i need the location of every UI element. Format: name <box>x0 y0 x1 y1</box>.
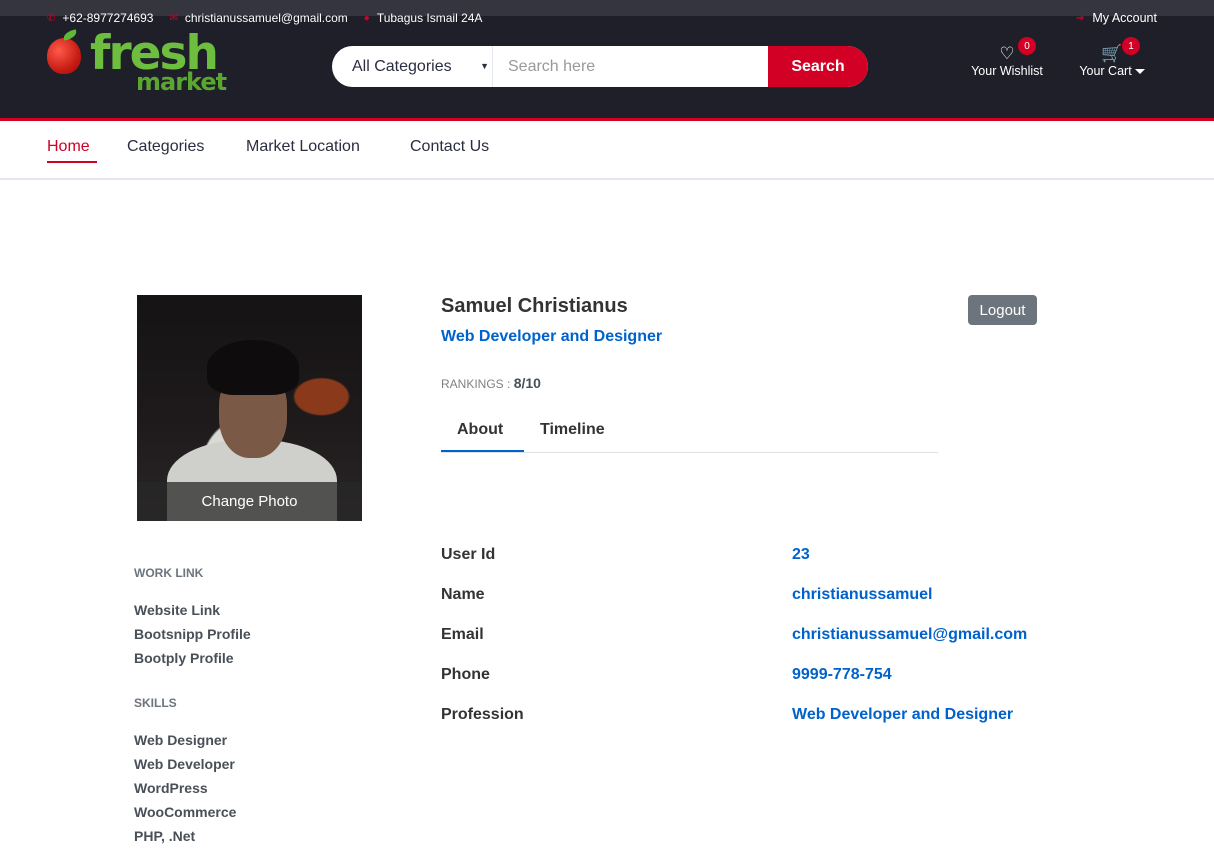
about-key: User Id <box>441 546 496 563</box>
email-link[interactable]: ✉ christianussamuel@gmail.com <box>169 11 347 25</box>
search-input[interactable]: Search here <box>493 46 768 87</box>
tab-timeline[interactable]: Timeline <box>540 421 605 439</box>
nav-item-home[interactable]: Home <box>47 138 90 156</box>
address-link[interactable]: ● Tubagus Ismail 24A <box>364 11 483 25</box>
about-value: christianussamuel@gmail.com <box>792 626 1028 643</box>
nav-item-market-location[interactable]: Market Location <box>246 138 360 156</box>
nav-active-underline <box>47 161 97 163</box>
about-row-phone: Phone 9999-778-754 <box>441 666 1141 690</box>
sign-in-icon: ➔ <box>1075 12 1085 24</box>
skill-item: WordPress <box>134 780 208 796</box>
phone-text: +62-8977274693 <box>62 11 154 25</box>
profile-photo: Change Photo <box>137 295 362 521</box>
email-text: christianussamuel@gmail.com <box>184 11 348 25</box>
profile-profession: Web Developer and Designer <box>441 328 663 345</box>
my-account-link[interactable]: ➔ My Account <box>1076 11 1157 25</box>
wishlist-label: Your Wishlist <box>971 64 1043 78</box>
cart-label: Your Cart <box>1079 64 1132 78</box>
profile-tabs: About Timeline <box>441 413 938 453</box>
map-marker-icon: ● <box>363 12 370 24</box>
envelope-icon: ✉ <box>169 12 178 24</box>
logout-button[interactable]: Logout <box>968 295 1037 325</box>
about-value: Web Developer and Designer <box>792 706 1014 723</box>
search-bar: All Categories ▼ Search here Search <box>332 46 868 87</box>
wishlist-button[interactable]: ♡ Your Wishlist 0 <box>966 37 1048 78</box>
about-key: Email <box>441 626 484 643</box>
phone-link[interactable]: ✆ +62-8977274693 <box>47 11 153 25</box>
apple-icon <box>47 38 81 74</box>
skill-item: WooCommerce <box>134 804 237 820</box>
category-select-value: All Categories <box>352 57 452 75</box>
phone-icon: ✆ <box>47 12 56 24</box>
about-row-name: Name christianussamuel <box>441 586 1141 610</box>
work-link-list: Website Link Bootsnipp Profile Bootply P… <box>134 598 251 670</box>
profile-name: Samuel Christianus <box>441 295 628 317</box>
skill-item: Web Developer <box>134 756 235 772</box>
nav-item-categories[interactable]: Categories <box>127 138 204 156</box>
tab-about[interactable]: About <box>457 421 503 439</box>
skills-heading: SKILLS <box>134 696 177 710</box>
about-row-email: Email christianussamuel@gmail.com <box>441 626 1141 650</box>
about-value: christianussamuel <box>792 586 933 603</box>
caret-down-icon <box>1134 68 1145 74</box>
about-row-profession: Profession Web Developer and Designer <box>441 706 1141 730</box>
address-text: Tubagus Ismail 24A <box>376 11 483 25</box>
change-photo-button[interactable]: Change Photo <box>137 482 362 521</box>
nav-item-contact-us[interactable]: Contact Us <box>410 138 489 156</box>
skill-item: Web Designer <box>134 732 228 748</box>
work-link-heading: WORK LINK <box>134 566 204 580</box>
tab-active-indicator <box>441 450 524 452</box>
about-value: 9999-778-754 <box>792 666 892 683</box>
work-link-item[interactable]: Bootply Profile <box>134 646 251 670</box>
about-key: Profession <box>441 706 524 723</box>
skill-item: PHP, .Net <box>134 828 196 844</box>
skills-list: Web Designer Web Developer WordPress Woo… <box>134 728 236 848</box>
logo-word-market: market <box>136 68 227 96</box>
about-key: Phone <box>441 666 490 683</box>
main-navigation: Home Categories Market Location Contact … <box>0 121 1214 180</box>
about-value: 23 <box>792 546 810 563</box>
caret-down-icon: ▼ <box>480 61 489 71</box>
about-key: Name <box>441 586 485 603</box>
my-account-label: My Account <box>1092 11 1157 25</box>
wishlist-count-badge: 0 <box>1018 37 1036 55</box>
profile-rankings: RANKINGS : 8/10 <box>441 375 541 391</box>
search-button[interactable]: Search <box>768 46 868 87</box>
work-link-item[interactable]: Bootsnipp Profile <box>134 622 251 646</box>
work-link-item[interactable]: Website Link <box>134 598 251 622</box>
rankings-value: 8/10 <box>513 375 541 391</box>
category-select[interactable]: All Categories ▼ <box>332 46 493 87</box>
top-header: ✆ +62-8977274693 ✉ christianussamuel@gmail… <box>0 0 1214 118</box>
cart-count-badge: 1 <box>1122 37 1140 55</box>
cart-dropdown-button[interactable]: 🛒 Your Cart 1 <box>1074 37 1150 78</box>
header-contact-links: ✆ +62-8977274693 ✉ christianussamuel@gmail… <box>47 11 482 25</box>
fresh-market-logo[interactable]: fresh market <box>45 26 230 96</box>
about-row-user-id: User Id 23 <box>441 546 1141 570</box>
rankings-label: RANKINGS : <box>441 377 511 391</box>
